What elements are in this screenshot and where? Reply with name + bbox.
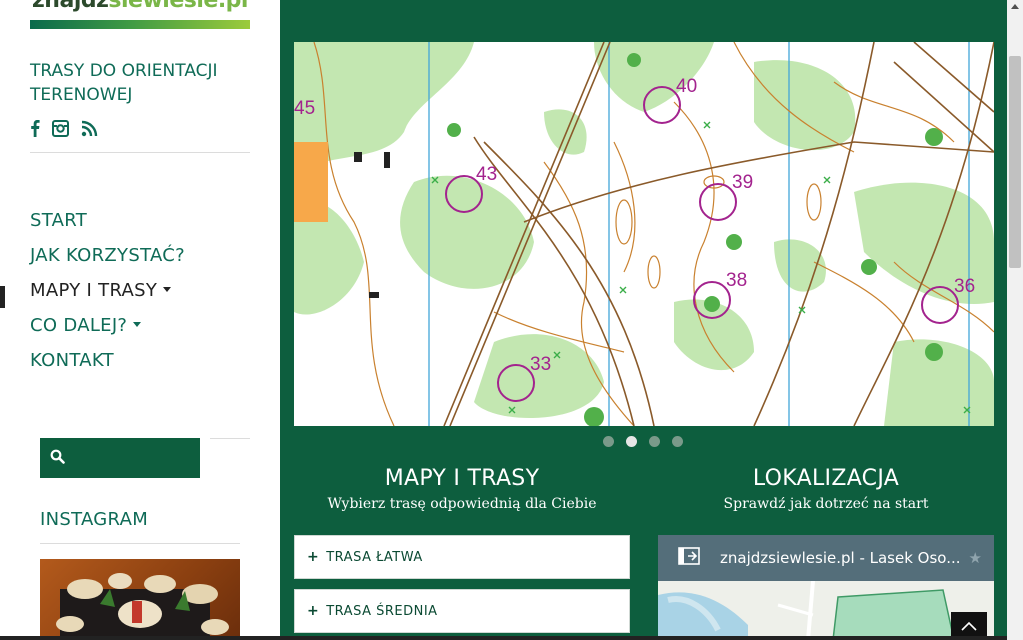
main-nav: START JAK KORZYSTAĆ? MAPY I TRASY CO DAL…: [0, 210, 280, 385]
instagram-heading: INSTAGRAM: [40, 509, 149, 530]
logo-color-bar: [30, 20, 250, 29]
svg-text:38: 38: [726, 270, 747, 291]
instagram-icon[interactable]: [52, 119, 69, 141]
chevron-up-icon: [961, 621, 977, 631]
map-header: znajdzsiewlesie.pl - Lasek Oso...: [658, 535, 994, 581]
location-section-title: LOKALIZACJA: [752, 466, 900, 491]
nav-item-co-dalej[interactable]: CO DALEJ?: [0, 315, 280, 350]
divider: [210, 438, 250, 439]
chevron-down-icon: [133, 321, 142, 327]
search-input[interactable]: [73, 450, 183, 466]
main-content: 45 43 40 39 38 36 33 MAPY I TRASY Wybier…: [280, 0, 1007, 640]
nav-item-kontakt[interactable]: KONTAKT: [0, 350, 280, 385]
divider: [30, 152, 250, 153]
slider-dot[interactable]: [672, 436, 683, 447]
location-section-subtitle: Sprawdź jak dotrzeć na start: [723, 496, 929, 512]
route-easy-button[interactable]: + TRASA ŁATWA: [294, 535, 630, 579]
search-icon[interactable]: [50, 449, 65, 468]
star-icon[interactable]: ★: [969, 549, 982, 567]
rss-icon[interactable]: [81, 120, 98, 141]
nav-item-mapy-i-trasy[interactable]: MAPY I TRASY: [0, 280, 280, 315]
instagram-photo[interactable]: [40, 559, 240, 640]
slider-dots: [603, 436, 683, 447]
chevron-down-icon: [163, 286, 172, 292]
nav-item-start[interactable]: START: [0, 210, 280, 245]
expand-map-icon[interactable]: [678, 547, 700, 569]
svg-text:39: 39: [732, 172, 753, 193]
social-links: [30, 119, 98, 141]
location-map-embed[interactable]: znajdzsiewlesie.pl - Lasek Oso... ★: [658, 535, 994, 640]
bottom-edge: [0, 636, 1007, 640]
svg-text:43: 43: [476, 164, 497, 185]
site-logo[interactable]: znajdzsiewlesie.pl: [30, 0, 250, 29]
svg-text:33: 33: [530, 354, 551, 375]
search-box: [40, 438, 200, 478]
scrollbar-thumb[interactable]: [1009, 56, 1021, 268]
svg-text:45: 45: [294, 98, 315, 119]
maps-section-title: MAPY I TRASY: [384, 466, 540, 491]
map-title[interactable]: znajdzsiewlesie.pl - Lasek Oso...: [720, 549, 960, 567]
divider: [40, 543, 240, 544]
svg-text:36: 36: [954, 276, 975, 297]
logo-text: znajdzsiewlesie.pl: [32, 0, 248, 13]
orienteering-map-image: 45 43 40 39 38 36 33: [294, 42, 994, 426]
map-slider[interactable]: 45 43 40 39 38 36 33: [294, 42, 994, 426]
svg-text:40: 40: [676, 76, 697, 97]
slider-dot[interactable]: [603, 436, 614, 447]
slider-dot-active[interactable]: [626, 436, 637, 447]
plus-icon: +: [307, 549, 320, 565]
sidebar: znajdzsiewlesie.pl TRASY DO ORIENTACJI T…: [0, 0, 280, 640]
page-scrollbar[interactable]: [1007, 0, 1023, 640]
nav-item-jak-korzystac[interactable]: JAK KORZYSTAĆ?: [0, 245, 280, 280]
plus-icon: +: [307, 603, 320, 619]
maps-section-subtitle: Wybierz trasę odpowiednią dla Ciebie: [327, 496, 597, 512]
route-medium-button[interactable]: + TRASA ŚREDNIA: [294, 589, 630, 633]
site-tagline: TRASY DO ORIENTACJI TERENOWEJ: [30, 61, 218, 105]
facebook-icon[interactable]: [30, 119, 40, 141]
slider-dot[interactable]: [649, 436, 660, 447]
scroll-up-arrow-icon[interactable]: [1011, 4, 1019, 9]
